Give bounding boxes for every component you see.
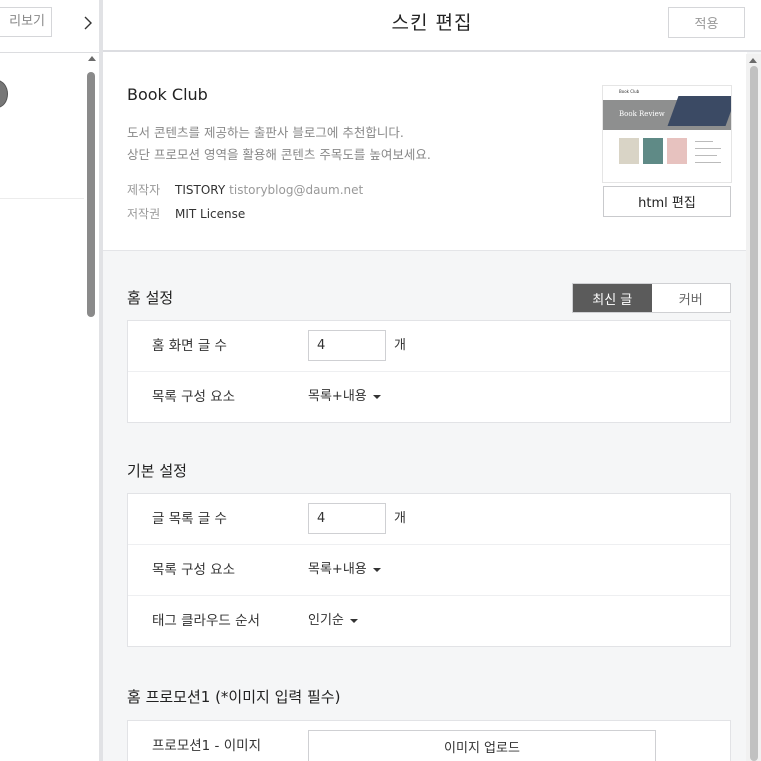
post-count-unit: 개 <box>394 511 406 526</box>
settings-scrollbar-thumb[interactable] <box>750 66 758 761</box>
author-email: tistoryblog@daum.net <box>229 183 364 197</box>
thumbnail-card <box>643 138 663 164</box>
promotion1-title: 홈 프로모션1 (*이미지 입력 필수) <box>127 688 341 706</box>
author-label: 제작자 <box>127 183 161 197</box>
license-value: MIT License <box>175 207 246 221</box>
list-element-row: 목록 구성 요소 목록+내용 <box>128 545 730 596</box>
tab-cover[interactable]: 커버 <box>652 284 731 312</box>
thumbnail-line <box>695 155 717 156</box>
thumbnail-line <box>695 141 713 142</box>
skin-name: Book Club <box>127 85 208 104</box>
home-list-element-value: 목록+내용 <box>308 389 367 404</box>
thumbnail-card <box>667 138 687 164</box>
image-upload-button[interactable]: 이미지 업로드 <box>308 730 656 761</box>
tag-order-row: 태그 클라우드 순서 인기순 <box>128 596 730 646</box>
home-post-count-input[interactable] <box>308 330 386 361</box>
skin-edit-header: 스킨 편집 적용 <box>103 0 761 52</box>
skin-info-section: Book Club 도서 콘텐츠를 제공하는 출판사 블로그에 추천합니다. 상… <box>103 52 747 251</box>
thumbnail-brand: Book Club <box>619 89 640 94</box>
html-edit-button[interactable]: html 편집 <box>603 186 731 217</box>
list-element-dropdown[interactable]: 목록+내용 <box>308 545 381 595</box>
list-element-label: 목록 구성 요소 <box>152 562 236 578</box>
tag-order-label: 태그 클라우드 순서 <box>152 613 260 629</box>
thumbnail-card <box>619 138 639 164</box>
skin-description: 도서 콘텐츠를 제공하는 출판사 블로그에 추천합니다. 상단 프로모션 영역을… <box>127 122 431 166</box>
post-count-label: 글 목록 글 수 <box>152 511 227 527</box>
preview-panel: 리보기 <box>0 0 99 761</box>
promotion1-image-row: 프로모션1 - 이미지 이미지 업로드 <box>128 721 730 761</box>
preview-button[interactable]: 리보기 <box>0 7 52 37</box>
list-element-value: 목록+내용 <box>308 562 367 577</box>
skin-description-line: 상단 프로모션 영역을 활용해 콘텐츠 주목도를 높여보세요. <box>127 147 431 162</box>
thumbnail-title: Book Review <box>619 110 665 118</box>
preview-divider <box>0 198 84 199</box>
thumbnail-line <box>695 148 721 149</box>
chevron-right-icon <box>84 16 92 30</box>
post-count-input[interactable] <box>308 503 386 534</box>
preview-scrollbar-thumb[interactable] <box>87 72 95 317</box>
caret-down-icon <box>349 618 358 623</box>
scroll-up-arrow-icon[interactable] <box>749 58 757 63</box>
preview-toolbar: 리보기 <box>0 0 99 53</box>
promotion1-card: 프로모션1 - 이미지 이미지 업로드 <box>127 720 731 761</box>
skin-thumbnail: Book Club Book Review <box>603 86 731 182</box>
home-post-count-row: 홈 화면 글 수 개 <box>128 321 730 372</box>
caret-down-icon <box>372 394 381 399</box>
home-settings-card: 홈 화면 글 수 개 목록 구성 요소 목록+내용 <box>127 320 731 423</box>
basic-settings-card: 글 목록 글 수 개 목록 구성 요소 목록+내용 태그 클라우드 순서 인기순 <box>127 493 731 647</box>
page-title: 스킨 편집 <box>391 12 473 34</box>
home-list-element-label: 목록 구성 요소 <box>152 389 236 405</box>
home-post-count-unit: 개 <box>394 338 406 353</box>
tag-order-value: 인기순 <box>308 613 344 628</box>
caret-down-icon <box>372 567 381 572</box>
author-name: TISTORY <box>175 183 226 197</box>
scroll-up-arrow-icon[interactable] <box>88 56 96 61</box>
collapse-panel-button[interactable] <box>78 6 98 40</box>
home-list-element-row: 목록 구성 요소 목록+내용 <box>128 372 730 422</box>
promotion1-image-label: 프로모션1 - 이미지 <box>152 738 261 754</box>
post-count-row: 글 목록 글 수 개 <box>128 494 730 545</box>
avatar <box>0 80 8 108</box>
skin-license-row: 저작권 MIT License <box>127 205 245 222</box>
thumbnail-line <box>695 162 721 163</box>
home-post-count-label: 홈 화면 글 수 <box>152 338 227 354</box>
skin-author-row: 제작자 TISTORY tistoryblog@daum.net <box>127 181 363 198</box>
license-label: 저작권 <box>127 207 161 221</box>
home-type-toggle: 최신 글 커버 <box>572 283 731 313</box>
apply-button[interactable]: 적용 <box>668 7 745 38</box>
tab-latest-posts[interactable]: 최신 글 <box>573 284 652 312</box>
home-settings-title: 홈 설정 <box>127 289 174 307</box>
skin-edit-panel: 스킨 편집 적용 Book Club 도서 콘텐츠를 제공하는 출판사 블로그에… <box>103 0 761 761</box>
basic-settings-title: 기본 설정 <box>127 462 187 480</box>
home-list-element-dropdown[interactable]: 목록+내용 <box>308 372 381 422</box>
skin-description-line: 도서 콘텐츠를 제공하는 출판사 블로그에 추천합니다. <box>127 125 404 140</box>
tag-order-dropdown[interactable]: 인기순 <box>308 596 358 646</box>
